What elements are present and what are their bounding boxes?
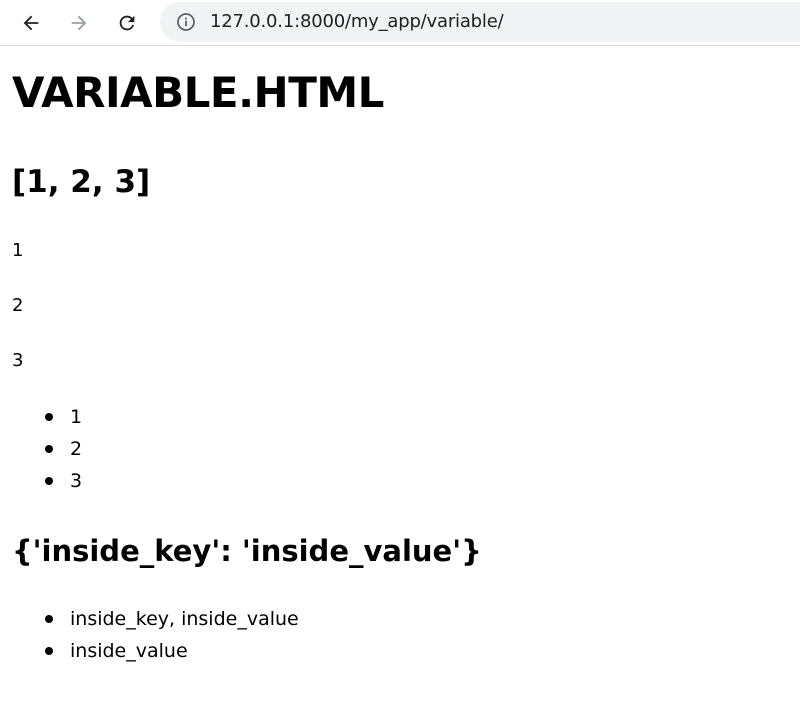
dict-list: inside_key, inside_value inside_value [12, 603, 299, 667]
list-item-text: 2 [70, 438, 83, 460]
back-button[interactable] [14, 6, 48, 40]
list-heading: [1, 2, 3] [12, 164, 151, 200]
arrow-left-icon [23, 15, 39, 31]
list-item-text: inside_value [70, 640, 188, 662]
list-item: 3 [12, 465, 82, 497]
list-item: 2 [12, 433, 82, 465]
bullet-icon [45, 413, 53, 421]
list-item: 1 [12, 401, 82, 433]
paragraph-item: 2 [12, 295, 24, 316]
page-title: VARIABLE.HTML [12, 68, 384, 117]
reload-icon [119, 15, 135, 31]
list-item-text: 1 [70, 406, 83, 428]
url-text[interactable]: 127.0.0.1:8000/my_app/variable/ [210, 11, 504, 32]
reload-button[interactable] [110, 6, 144, 40]
address-bar[interactable]: 127.0.0.1:8000/my_app/variable/ [160, 2, 800, 42]
bullet-icon [45, 477, 53, 485]
arrow-right-icon [71, 15, 87, 31]
list-item-text: 3 [70, 470, 83, 492]
bullet-icon [45, 647, 53, 655]
site-info-icon[interactable] [176, 12, 196, 32]
forward-button[interactable] [62, 6, 96, 40]
bullet-icon [45, 615, 53, 623]
bullet-icon [45, 445, 53, 453]
list-item: inside_value [12, 635, 299, 667]
dict-heading: {'inside_key': 'inside_value'} [12, 534, 482, 568]
browser-toolbar: 127.0.0.1:8000/my_app/variable/ [0, 0, 800, 46]
list-item-text: inside_key, inside_value [70, 608, 299, 630]
paragraph-item: 1 [12, 240, 24, 261]
paragraph-item: 3 [12, 350, 24, 371]
list-item: inside_key, inside_value [12, 603, 299, 635]
number-list: 1 2 3 [12, 401, 82, 497]
